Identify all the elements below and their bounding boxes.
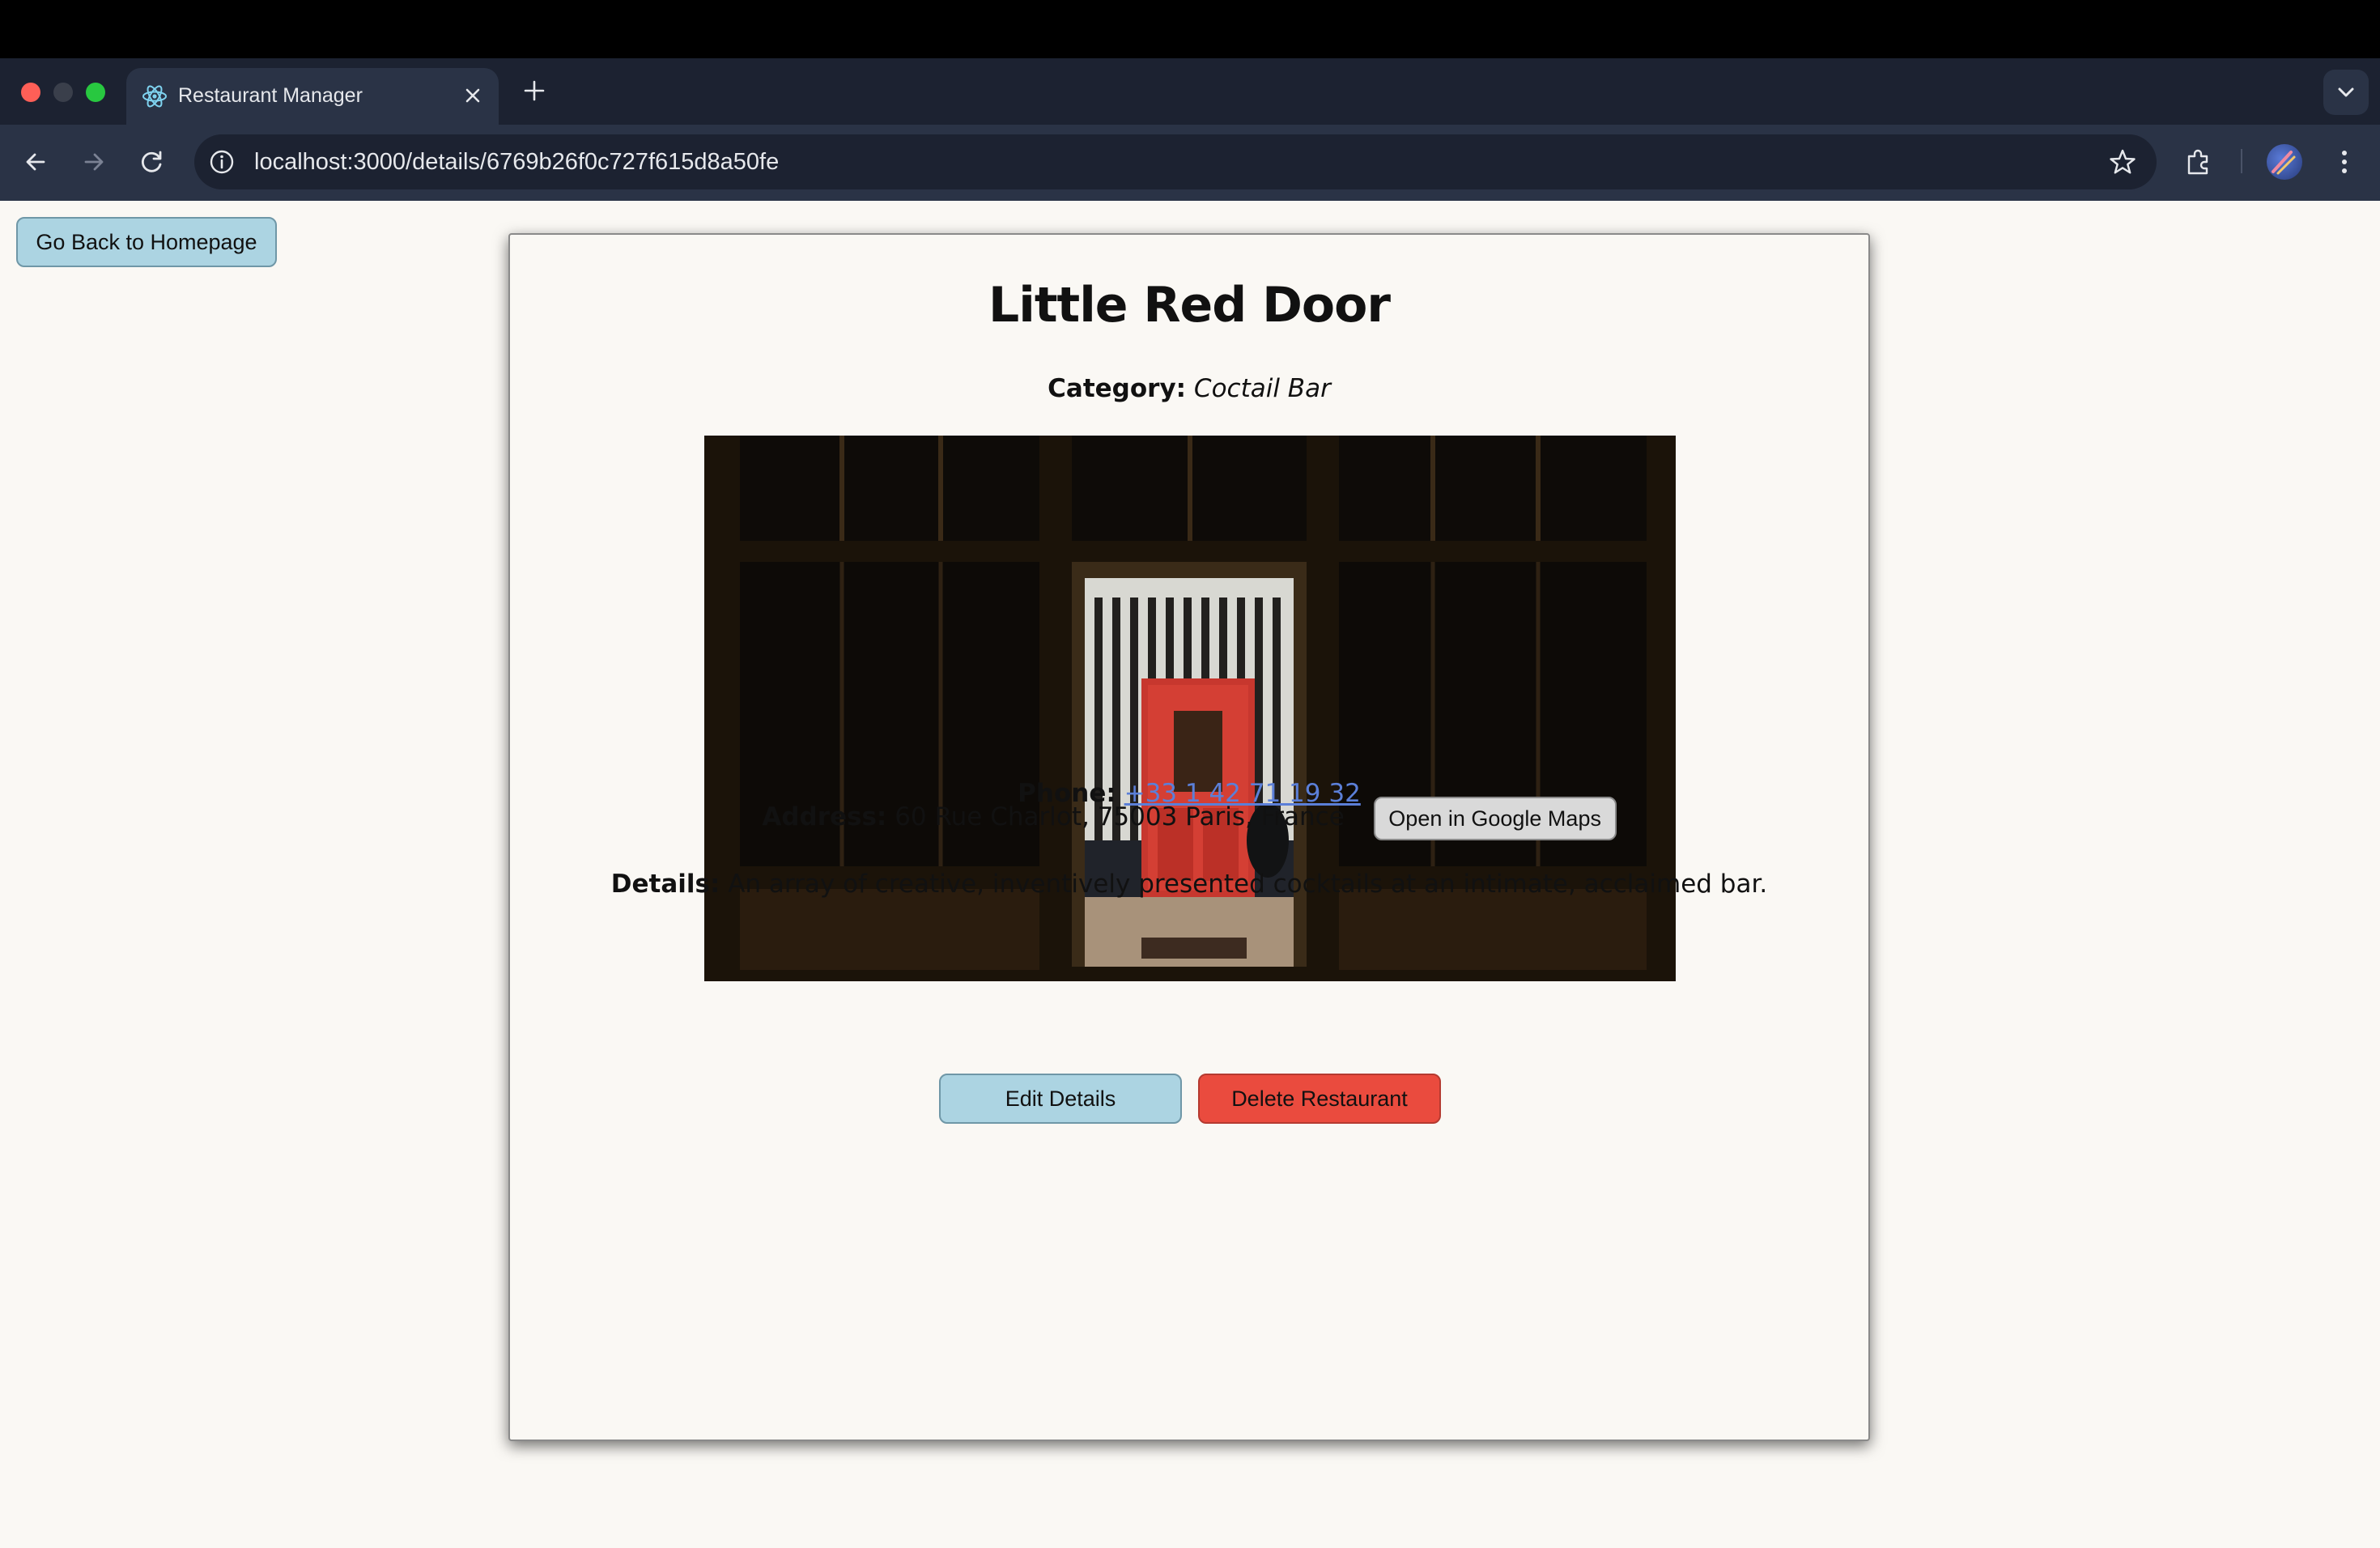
restaurant-name: Little Red Door — [988, 277, 1391, 334]
address-bar[interactable]: localhost:3000/details/6769b26f0c727f615… — [194, 134, 2157, 189]
window-close-button[interactable] — [21, 83, 40, 102]
window-minimize-button[interactable] — [53, 83, 73, 102]
phone-label: Phone: — [1018, 779, 1116, 808]
window-maximize-button[interactable] — [86, 83, 105, 102]
toolbar-divider — [2241, 149, 2242, 173]
details-line: Details: An array of creative, inventive… — [510, 870, 1868, 899]
avatar-image — [2272, 151, 2296, 175]
chevron-down-icon — [2338, 87, 2354, 97]
restaurant-photo — [704, 436, 1676, 981]
kebab-menu-icon[interactable] — [2327, 144, 2362, 180]
category-label: Category: — [1048, 374, 1187, 403]
phone-link[interactable]: +33 1 42 71 19 32 — [1124, 779, 1361, 808]
edit-details-button[interactable]: Edit Details — [939, 1074, 1182, 1124]
tab-search-button[interactable] — [2323, 70, 2369, 115]
extensions-icon[interactable] — [2181, 144, 2216, 180]
category-line: Category: Coctail Bar — [510, 374, 1868, 403]
restaurant-detail-card: Little Red Door Category: Coctail Bar Ad… — [508, 233, 1870, 1441]
go-back-homepage-button[interactable]: Go Back to Homepage — [16, 217, 277, 267]
info-icon[interactable] — [206, 146, 238, 178]
details-label: Details: — [610, 870, 720, 899]
category-value: Coctail Bar — [1193, 374, 1331, 403]
phone-line: Phone: +33 1 42 71 19 32 — [510, 779, 1868, 808]
star-icon[interactable] — [2105, 144, 2140, 180]
close-icon[interactable] — [458, 81, 487, 110]
profile-avatar[interactable] — [2267, 144, 2302, 180]
forward-arrow-icon[interactable] — [76, 144, 112, 180]
react-icon — [142, 85, 167, 108]
back-arrow-icon[interactable] — [18, 144, 53, 180]
reload-icon[interactable] — [134, 144, 170, 180]
delete-restaurant-button[interactable]: Delete Restaurant — [1198, 1074, 1441, 1124]
url-text[interactable]: localhost:3000/details/6769b26f0c727f615… — [254, 146, 779, 178]
browser-tab[interactable]: Restaurant Manager — [126, 68, 499, 125]
details-value: An array of creative, inventively presen… — [728, 870, 1768, 899]
plus-icon[interactable] — [520, 76, 549, 105]
tab-title: Restaurant Manager — [178, 84, 363, 107]
macos-top-bar — [0, 0, 2380, 58]
